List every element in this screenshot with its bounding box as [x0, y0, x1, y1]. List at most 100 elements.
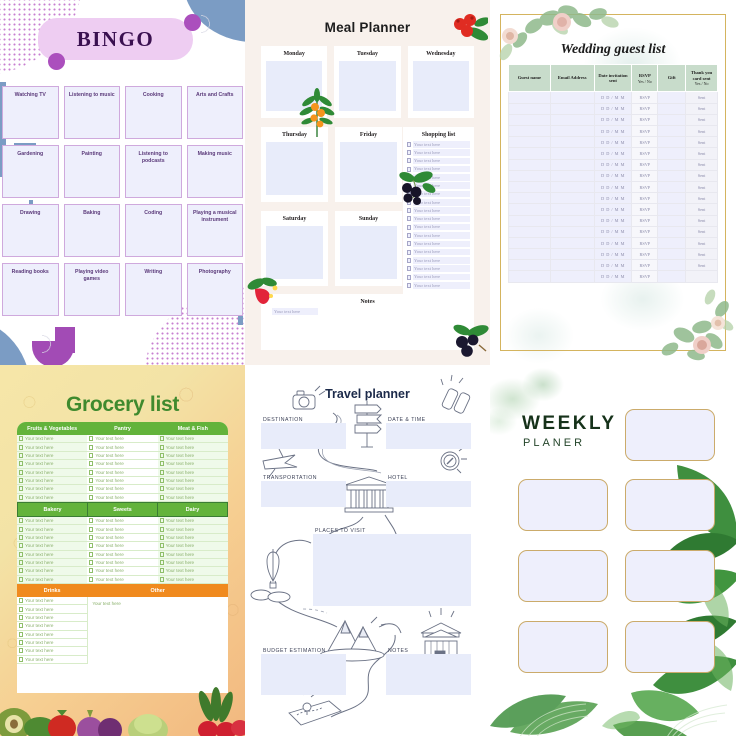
- grocery-list-item[interactable]: Your text here: [157, 485, 228, 494]
- grocery-list-item[interactable]: Your text here: [157, 493, 228, 502]
- checkbox-icon[interactable]: [407, 191, 411, 197]
- grocery-item-placeholder[interactable]: Your text here: [25, 623, 53, 628]
- grocery-item-placeholder[interactable]: Your text here: [95, 478, 123, 483]
- checkbox-icon[interactable]: [407, 216, 411, 222]
- checkbox-icon[interactable]: [89, 551, 94, 557]
- guest-name-cell[interactable]: [508, 192, 551, 205]
- checkbox-icon[interactable]: [407, 241, 411, 247]
- grocery-list-item[interactable]: Your text here: [17, 493, 88, 502]
- checkbox-icon[interactable]: [19, 614, 23, 620]
- gift-cell[interactable]: [657, 147, 687, 160]
- grocery-list-item[interactable]: Your text here: [87, 542, 158, 551]
- grocery-item-placeholder[interactable]: Your text here: [166, 478, 194, 483]
- grocery-item-placeholder[interactable]: Your text here: [166, 535, 194, 540]
- grocery-list-item[interactable]: Your text here: [87, 567, 158, 576]
- bingo-cell[interactable]: Listening to music: [63, 86, 120, 139]
- email-address-cell[interactable]: [549, 192, 595, 205]
- grocery-list-item[interactable]: Your text here: [87, 533, 158, 543]
- checkbox-icon[interactable]: [407, 208, 411, 214]
- bingo-cell[interactable]: Gardening: [2, 145, 59, 198]
- checkbox-icon[interactable]: [19, 534, 23, 540]
- bingo-cell[interactable]: Watching TV: [2, 86, 59, 139]
- grocery-list-item[interactable]: Your text here: [157, 558, 228, 568]
- grocery-list-item[interactable]: Your text here: [17, 567, 88, 576]
- meal-day-input[interactable]: [339, 61, 396, 111]
- shopping-list-item[interactable]: Your text here: [407, 190, 470, 198]
- meal-day-input[interactable]: [340, 226, 397, 279]
- shopping-list-item-placeholder[interactable]: Your text here: [413, 232, 470, 239]
- thank-you-card-cell[interactable]: [685, 270, 718, 283]
- rsvp-cell[interactable]: RSVP: [631, 102, 659, 115]
- checkbox-icon[interactable]: [159, 461, 164, 467]
- shopping-list-item-placeholder[interactable]: Your text here: [413, 248, 470, 256]
- grocery-list-item[interactable]: Your text here: [157, 451, 228, 461]
- guest-name-cell[interactable]: [508, 259, 551, 272]
- table-row[interactable]: D D / M M RSVP Sent: [508, 91, 718, 104]
- table-row[interactable]: D D / M M RSVP Sent: [508, 158, 718, 171]
- checkbox-icon[interactable]: [159, 576, 164, 582]
- bingo-cell[interactable]: Arts and Crafts: [186, 86, 243, 139]
- grocery-item-placeholder[interactable]: Your text here: [166, 527, 194, 532]
- guest-name-cell[interactable]: [508, 225, 551, 238]
- email-address-cell[interactable]: [549, 169, 595, 182]
- grocery-item-placeholder[interactable]: Your text here: [25, 445, 53, 450]
- grocery-list-item[interactable]: Your text here: [17, 597, 88, 606]
- grocery-item-placeholder[interactable]: Your text here: [25, 640, 53, 645]
- gift-cell[interactable]: [657, 248, 687, 261]
- grocery-item-placeholder[interactable]: Your text here: [25, 598, 53, 603]
- wedding-guest-list-template-panel[interactable]: Wedding guest list Guest name Email Addre…: [490, 0, 736, 365]
- checkbox-icon[interactable]: [89, 526, 94, 532]
- meal-day-card[interactable]: Monday: [261, 46, 328, 118]
- guest-name-cell[interactable]: [508, 236, 551, 250]
- shopping-list-item-placeholder[interactable]: Your text here: [413, 223, 470, 231]
- date-invitation-sent-cell[interactable]: D D / M M: [593, 192, 633, 205]
- thank-you-card-cell[interactable]: Sent: [685, 158, 718, 171]
- grocery-list-item[interactable]: Your text here: [17, 575, 88, 584]
- date-invitation-sent-cell[interactable]: D D / M M: [593, 225, 633, 238]
- bingo-cell[interactable]: Cooking: [125, 86, 182, 139]
- grocery-list-item[interactable]: Your text here: [87, 493, 158, 502]
- grocery-item-placeholder[interactable]: Your text here: [25, 543, 53, 548]
- weekly-day-card[interactable]: [625, 621, 715, 673]
- email-address-cell[interactable]: [549, 147, 595, 160]
- meal-day-card[interactable]: Wednesday: [407, 46, 474, 118]
- grocery-item-placeholder[interactable]: Your text here: [25, 615, 53, 620]
- thank-you-card-cell[interactable]: Sent: [685, 214, 718, 227]
- checkbox-icon[interactable]: [19, 623, 23, 629]
- grocery-list-item[interactable]: Your text here: [87, 443, 158, 452]
- checkbox-icon[interactable]: [159, 444, 164, 450]
- shopping-list-item-placeholder[interactable]: Your text here: [413, 157, 470, 165]
- bingo-cell[interactable]: Playing a musical instrument: [186, 204, 243, 257]
- gift-cell[interactable]: [657, 136, 687, 149]
- guest-name-cell[interactable]: [508, 158, 551, 171]
- grocery-list-item[interactable]: Your text here: [17, 550, 88, 559]
- email-address-cell[interactable]: [549, 270, 595, 283]
- grocery-list-item[interactable]: Your text here: [87, 476, 158, 486]
- checkbox-icon[interactable]: [89, 560, 94, 566]
- checkbox-icon[interactable]: [89, 534, 94, 540]
- bingo-template-panel[interactable]: BINGO Watching TV Listening to music Cooki…: [0, 0, 245, 365]
- grocery-item-placeholder[interactable]: Your text here: [25, 527, 53, 532]
- grocery-item-placeholder[interactable]: Your text here: [25, 495, 53, 500]
- checkbox-icon[interactable]: [159, 526, 164, 532]
- rsvp-cell[interactable]: RSVP: [631, 113, 659, 127]
- grocery-item-placeholder[interactable]: Your text here: [166, 436, 194, 441]
- checkbox-icon[interactable]: [407, 233, 411, 239]
- grocery-item-placeholder[interactable]: Your text here: [95, 470, 123, 475]
- shopping-list-item[interactable]: Your text here: [407, 207, 470, 214]
- checkbox-icon[interactable]: [89, 469, 94, 475]
- guest-name-cell[interactable]: [508, 113, 551, 127]
- guest-name-cell[interactable]: [508, 180, 551, 194]
- shopping-list-item-placeholder[interactable]: Your text here: [413, 199, 470, 206]
- weekly-day-card[interactable]: [625, 550, 715, 602]
- checkbox-icon[interactable]: [19, 606, 23, 612]
- date-invitation-sent-cell[interactable]: D D / M M: [593, 158, 633, 171]
- grocery-list-item[interactable]: Your text here: [157, 476, 228, 486]
- gift-cell[interactable]: [657, 192, 687, 205]
- bingo-cell[interactable]: Photography: [186, 263, 243, 316]
- grocery-list-item[interactable]: Your text here: [17, 558, 88, 568]
- gift-cell[interactable]: [657, 214, 687, 227]
- shopping-list-item[interactable]: Your text here: [407, 199, 470, 206]
- checkbox-icon[interactable]: [89, 518, 94, 524]
- rsvp-cell[interactable]: RSVP: [631, 125, 659, 138]
